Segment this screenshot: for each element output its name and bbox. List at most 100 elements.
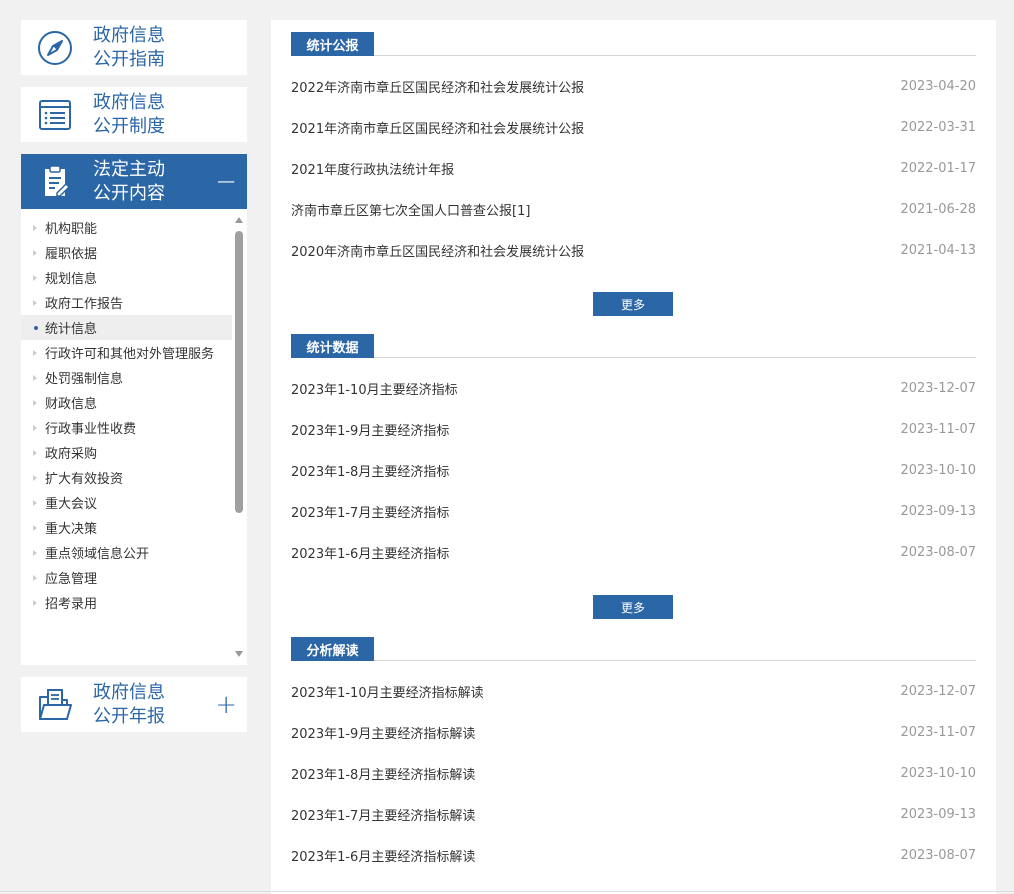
sidebar-subitem[interactable]: 政府工作报告 — [21, 290, 232, 315]
sidebar-subitem-label: 履职依据 — [45, 247, 98, 262]
nav-system-label: 政府信息 公开制度 — [93, 91, 165, 137]
bullet-icon — [33, 424, 37, 431]
scroll-thumb[interactable] — [235, 231, 243, 513]
nav-content-label: 法定主动 公开内容 — [93, 158, 165, 204]
sidebar-subitem[interactable]: 统计信息 — [21, 315, 232, 340]
list-item: 2021年度行政执法统计年报 2022-01-17 — [291, 148, 976, 189]
list-item-link[interactable]: 2023年1-7月主要经济指标 — [291, 502, 449, 521]
sidebar-subitem-label: 机构职能 — [45, 222, 98, 237]
list-item-link[interactable]: 2023年1-7月主要经济指标解读 — [291, 805, 475, 824]
bullet-icon — [33, 249, 37, 256]
list-item: 济南市章丘区第七次全国人口普查公报[1] 2021-06-28 — [291, 189, 976, 230]
nav-annual[interactable]: 政府信息 公开年报 + — [21, 677, 247, 732]
bullet-icon — [33, 374, 37, 381]
bullet-icon — [33, 574, 37, 581]
expand-icon[interactable]: + — [215, 692, 237, 718]
list-item: 2023年1-7月主要经济指标 2023-09-13 — [291, 491, 976, 532]
list-item-date: 2023-08-07 — [900, 848, 976, 863]
sidebar-subitem[interactable]: 行政事业性收费 — [21, 415, 232, 440]
sidebar-subitem[interactable]: 行政许可和其他对外管理服务 — [21, 340, 232, 365]
list-item-date: 2023-09-13 — [900, 807, 976, 822]
list-item-link[interactable]: 2023年1-8月主要经济指标 — [291, 461, 449, 480]
document-list-icon — [39, 99, 71, 130]
bullet-icon — [33, 349, 37, 356]
sidebar-subitem[interactable]: 规划信息 — [21, 265, 232, 290]
list-item-link[interactable]: 2021年济南市章丘区国民经济和社会发展统计公报 — [291, 118, 584, 137]
sidebar: 政府信息 公开指南 政府信息 公开制度 法定主动 公开内容 − 机构职能 履职依… — [21, 20, 247, 732]
list-item-link[interactable]: 2023年1-9月主要经济指标 — [291, 420, 449, 439]
list-item-link[interactable]: 2020年济南市章丘区国民经济和社会发展统计公报 — [291, 241, 584, 260]
sidebar-subitem[interactable]: 财政信息 — [21, 390, 232, 415]
bullet-icon — [33, 224, 37, 231]
sidebar-subitem-label: 规划信息 — [45, 272, 98, 287]
bullet-icon — [33, 549, 37, 556]
sidebar-subitem[interactable]: 重点领域信息公开 — [21, 540, 232, 565]
sidebar-subitem-label: 重大会议 — [45, 497, 98, 512]
sidebar-subitem-label: 行政许可和其他对外管理服务 — [45, 347, 215, 362]
sidebar-subitem[interactable]: 重大决策 — [21, 515, 232, 540]
content-sub-list: 机构职能履职依据规划信息政府工作报告 统计信息行政许可和其他对外管理服务 处罚强制信… — [21, 209, 247, 665]
folder-document-icon — [39, 688, 72, 720]
list-item-link[interactable]: 2023年1-6月主要经济指标解读 — [291, 846, 475, 865]
list-item-date: 2023-04-20 — [900, 79, 976, 94]
bullet-icon — [33, 299, 37, 306]
sidebar-subitem-label: 统计信息 — [45, 322, 98, 337]
list-item: 2023年1-9月主要经济指标解读 2023-11-07 — [291, 712, 976, 753]
sidebar-subitem[interactable]: 处罚强制信息 — [21, 365, 232, 390]
list-item: 2023年1-10月主要经济指标解读 2023-12-07 — [291, 671, 976, 712]
sidebar-subitem-label: 重点领域信息公开 — [45, 547, 150, 562]
nav-content[interactable]: 法定主动 公开内容 − — [21, 154, 247, 209]
list-item-date: 2023-09-13 — [900, 504, 976, 519]
sidebar-subitem-label: 处罚强制信息 — [45, 372, 124, 387]
list-item: 2023年1-6月主要经济指标解读 2023-08-07 — [291, 835, 976, 876]
bullet-icon — [34, 325, 38, 330]
scrollbar[interactable] — [233, 209, 245, 665]
list-item-link[interactable]: 2023年1-9月主要经济指标解读 — [291, 723, 475, 742]
section-stat-data: 统计数据 2023年1-10月主要经济指标 2023-12-07 2023年1-9月… — [291, 334, 976, 573]
section-stat-bulletin: 统计公报 2022年济南市章丘区国民经济和社会发展统计公报 2023-04-20 2… — [291, 32, 976, 271]
bullet-icon — [33, 449, 37, 456]
sidebar-subitem[interactable]: 政府采购 — [21, 440, 232, 465]
list-item: 2023年1-9月主要经济指标 2023-11-07 — [291, 409, 976, 450]
section-title[interactable]: 统计公报 — [291, 32, 374, 56]
list-item-link[interactable]: 2023年1-8月主要经济指标解读 — [291, 764, 475, 783]
sidebar-subitem[interactable]: 履职依据 — [21, 240, 232, 265]
nav-system[interactable]: 政府信息 公开制度 — [21, 87, 247, 142]
list-item: 2022年济南市章丘区国民经济和社会发展统计公报 2023-04-20 — [291, 66, 976, 107]
list-item-link[interactable]: 2021年度行政执法统计年报 — [291, 159, 454, 178]
sidebar-subitem[interactable]: 重大会议 — [21, 490, 232, 515]
scroll-up-arrow-icon[interactable] — [235, 217, 243, 223]
nav-guide[interactable]: 政府信息 公开指南 — [21, 20, 247, 75]
list-item-link[interactable]: 2023年1-6月主要经济指标 — [291, 543, 449, 562]
list-item-link[interactable]: 2022年济南市章丘区国民经济和社会发展统计公报 — [291, 77, 584, 96]
sidebar-subitem[interactable]: 招考录用 — [21, 590, 232, 615]
list-item-date: 2022-01-17 — [900, 161, 976, 176]
sidebar-subitem-label: 行政事业性收费 — [45, 422, 137, 437]
more-button-bulletin[interactable]: 更多 — [593, 292, 673, 316]
list-item-date: 2021-04-13 — [900, 243, 976, 258]
bullet-icon — [33, 274, 37, 281]
sidebar-subitem-label: 政府工作报告 — [45, 297, 124, 312]
section-title[interactable]: 分析解读 — [291, 637, 374, 661]
section-title[interactable]: 统计数据 — [291, 334, 374, 358]
list-item: 2020年济南市章丘区国民经济和社会发展统计公报 2021-04-13 — [291, 230, 976, 271]
list-item-link[interactable]: 2023年1-10月主要经济指标 — [291, 379, 458, 398]
sidebar-subitem-label: 应急管理 — [45, 572, 98, 587]
list-item: 2021年济南市章丘区国民经济和社会发展统计公报 2022-03-31 — [291, 107, 976, 148]
list-item-date: 2023-11-07 — [900, 725, 976, 740]
sidebar-subitem-label: 政府采购 — [45, 447, 98, 462]
collapse-icon[interactable]: − — [215, 169, 237, 195]
sidebar-subitem[interactable]: 扩大有效投资 — [21, 465, 232, 490]
bullet-icon — [33, 399, 37, 406]
more-button-data[interactable]: 更多 — [593, 595, 673, 619]
list-item-link[interactable]: 2023年1-10月主要经济指标解读 — [291, 682, 484, 701]
sidebar-subitem-label: 招考录用 — [45, 597, 98, 612]
sidebar-subitem-label: 重大决策 — [45, 522, 98, 537]
list-item-date: 2023-08-07 — [900, 545, 976, 560]
bullet-icon — [33, 499, 37, 506]
sidebar-subitem[interactable]: 应急管理 — [21, 565, 232, 590]
scroll-down-arrow-icon[interactable] — [235, 651, 243, 657]
list-item-link[interactable]: 济南市章丘区第七次全国人口普查公报[1] — [291, 200, 530, 219]
sidebar-subitem-label: 扩大有效投资 — [45, 472, 124, 487]
sidebar-subitem[interactable]: 机构职能 — [21, 215, 232, 240]
